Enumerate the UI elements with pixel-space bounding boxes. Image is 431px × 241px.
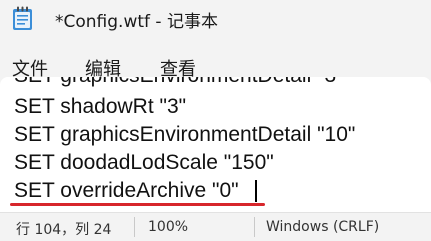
editor-line-current: SET overrideArchive "0"	[14, 179, 239, 202]
editor-line: SET doodadLodScale "150"	[14, 151, 274, 174]
text-cursor	[255, 180, 257, 202]
title-bar: *Config.wtf - 记事本	[0, 0, 431, 40]
window-title: *Config.wtf - 记事本	[55, 12, 218, 32]
red-highlight-underline	[10, 203, 265, 206]
line-ending: Windows (CRLF)	[266, 219, 380, 235]
text-editor[interactable]: SET graphicsEnvironmentDetail "3" SET sh…	[0, 77, 431, 213]
status-divider	[134, 217, 135, 237]
zoom-level: 100%	[148, 219, 189, 235]
editor-line: SET shadowRt "3"	[14, 95, 187, 118]
notepad-icon	[12, 6, 33, 31]
editor-line-partial: SET graphicsEnvironmentDetail "3"	[14, 77, 344, 88]
status-divider	[254, 217, 255, 237]
status-bar: 行 104，列 24 100% Windows (CRLF)	[0, 212, 431, 241]
editor-line: SET graphicsEnvironmentDetail "10"	[14, 123, 356, 146]
cursor-position: 行 104，列 24	[16, 222, 112, 238]
